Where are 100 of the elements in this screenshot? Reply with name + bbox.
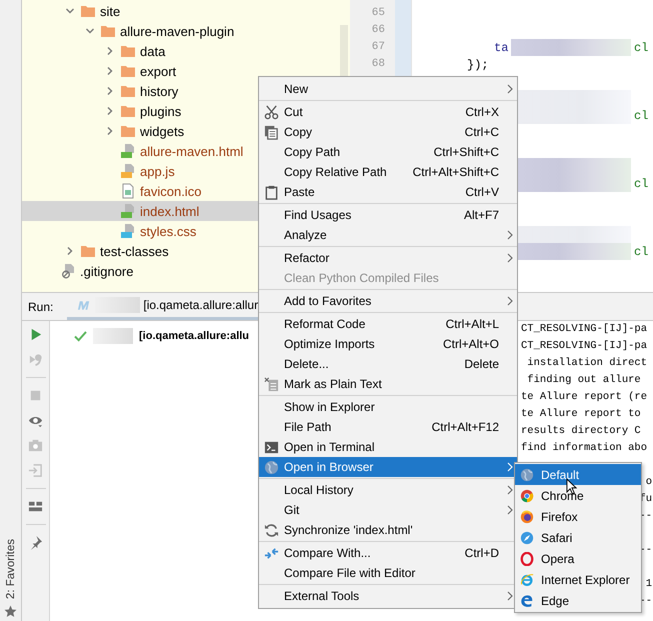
console-text: o [646, 476, 652, 488]
folder-icon [80, 3, 96, 19]
line-number: 65 [372, 7, 385, 19]
file-name: plugins [140, 104, 182, 118]
tree-item[interactable]: allure-maven-plugin [22, 21, 350, 41]
chevron-icon[interactable] [65, 246, 75, 256]
code-text: ta [494, 40, 508, 54]
file-name: app.js [140, 164, 175, 178]
compare-icon [264, 546, 279, 560]
star-icon [4, 605, 17, 618]
file-name: allure-maven-plugin [120, 24, 234, 38]
tree-item[interactable]: export [22, 61, 350, 81]
scissors-icon [264, 104, 279, 120]
file-name: widgets [140, 124, 184, 138]
menu-item[interactable]: Paste Ctrl+V [259, 182, 517, 202]
globe-icon [520, 468, 534, 482]
chevron-icon[interactable] [85, 26, 95, 36]
chevron-icon[interactable] [105, 46, 115, 56]
menu-item[interactable]: Delete... Delete [259, 354, 517, 374]
menu-item[interactable]: Internet Explorer [515, 569, 641, 590]
file-icon [120, 163, 136, 179]
menu-item[interactable]: Compare With... Ctrl+D [259, 543, 517, 563]
file-name: export [140, 64, 176, 78]
menu-item[interactable]: File Path Ctrl+Alt+F12 [259, 417, 517, 437]
menu-item[interactable]: Open in Terminal [259, 437, 517, 457]
menu-item[interactable]: Analyze [259, 225, 517, 245]
browser-logo-icon [520, 488, 534, 502]
run-label: Run: [27, 300, 54, 314]
folder-icon [120, 43, 136, 59]
menu-item[interactable]: Cut Ctrl+X [259, 102, 517, 122]
code-text: cl [634, 40, 648, 54]
browser-logo-icon [520, 552, 534, 566]
favorites-tab[interactable]: 2: Favorites [4, 538, 16, 599]
menu-item[interactable]: External Tools [259, 586, 517, 606]
menu-item[interactable]: Mark as Plain Text [259, 374, 517, 394]
menu-item[interactable]: Synchronize 'index.html' [259, 520, 517, 540]
image-file-icon [120, 183, 136, 199]
file-icon [120, 203, 136, 219]
chevron-icon[interactable] [105, 106, 115, 116]
file-name: allure-maven.html [140, 144, 244, 158]
code-text: }); [467, 58, 489, 72]
globe-icon [264, 460, 279, 474]
console-text: 1 [646, 578, 652, 590]
menu-item[interactable]: Local History [259, 480, 517, 500]
menu-item[interactable]: Safari [515, 527, 641, 548]
folder-icon [80, 243, 96, 259]
code-text: cl [634, 244, 648, 258]
terminal-icon [264, 440, 279, 454]
run-tab[interactable]: [io.qameta.allure:allur [67, 293, 258, 320]
menu-item[interactable]: Copy Relative Path Ctrl+Alt+Shift+C [259, 162, 517, 182]
line-number: 67 [372, 41, 385, 53]
console-text: CT_RESOLVING-[IJ]-pa [521, 323, 648, 335]
menu-item[interactable]: Edge [515, 590, 641, 611]
chevron-icon[interactable] [65, 6, 75, 16]
console-text: results directory C [521, 425, 641, 437]
file-name: history [140, 84, 178, 98]
ignored-file-icon [60, 263, 76, 279]
console-text: te Allure report to [521, 408, 641, 420]
menu-item[interactable]: Refactor [259, 248, 517, 268]
chevron-icon[interactable] [105, 86, 115, 96]
menu-item[interactable]: Open in Browser [259, 457, 517, 477]
menu-item[interactable]: Copy Path Ctrl+Shift+C [259, 142, 517, 162]
file-name: site [100, 4, 120, 18]
menu-item[interactable]: Default [515, 464, 641, 485]
menu-item[interactable]: Firefox [515, 506, 641, 527]
folder-icon [100, 23, 116, 39]
copy-icon [264, 124, 279, 140]
folder-icon [120, 63, 136, 79]
menu-item[interactable]: Chrome [515, 485, 641, 506]
menu-item[interactable]: Copy Ctrl+C [259, 122, 517, 142]
chevron-icon[interactable] [105, 66, 115, 76]
sync-icon [264, 522, 279, 538]
blurred-text [93, 328, 133, 344]
file-name: favicon.ico [140, 184, 202, 198]
chevron-icon[interactable] [105, 126, 115, 136]
menu-item[interactable]: Opera [515, 548, 641, 569]
file-icon [120, 223, 136, 239]
text-file-icon [264, 376, 279, 392]
line-number: 68 [372, 58, 385, 70]
file-name: .gitignore [80, 264, 134, 278]
menu-item[interactable]: Add to Favorites [259, 291, 517, 311]
browser-logo-icon [520, 594, 534, 608]
layout-icon[interactable] [28, 499, 43, 514]
console-text: te Allure report (re [521, 391, 648, 403]
file-name: data [140, 44, 166, 58]
folder-icon [120, 83, 136, 99]
menu-item[interactable]: New [259, 79, 517, 99]
console-text: installation direct [526, 357, 648, 369]
run-result[interactable]: [io.qameta.allure:allu [139, 330, 250, 342]
menu-item[interactable]: Optimize Imports Ctrl+Alt+O [259, 334, 517, 354]
tree-item[interactable]: site [22, 1, 350, 21]
clipboard-icon [264, 184, 279, 200]
menu-item[interactable]: Show in Explorer [259, 397, 517, 417]
menu-item[interactable]: Compare File with Editor [259, 563, 517, 583]
file-name: test-classes [100, 244, 169, 258]
browser-logo-icon [520, 510, 534, 524]
menu-item[interactable]: Git [259, 500, 517, 520]
tree-item[interactable]: data [22, 41, 350, 61]
menu-item[interactable]: Reformat Code Ctrl+Alt+L [259, 314, 517, 334]
code-text: cl [634, 108, 648, 122]
